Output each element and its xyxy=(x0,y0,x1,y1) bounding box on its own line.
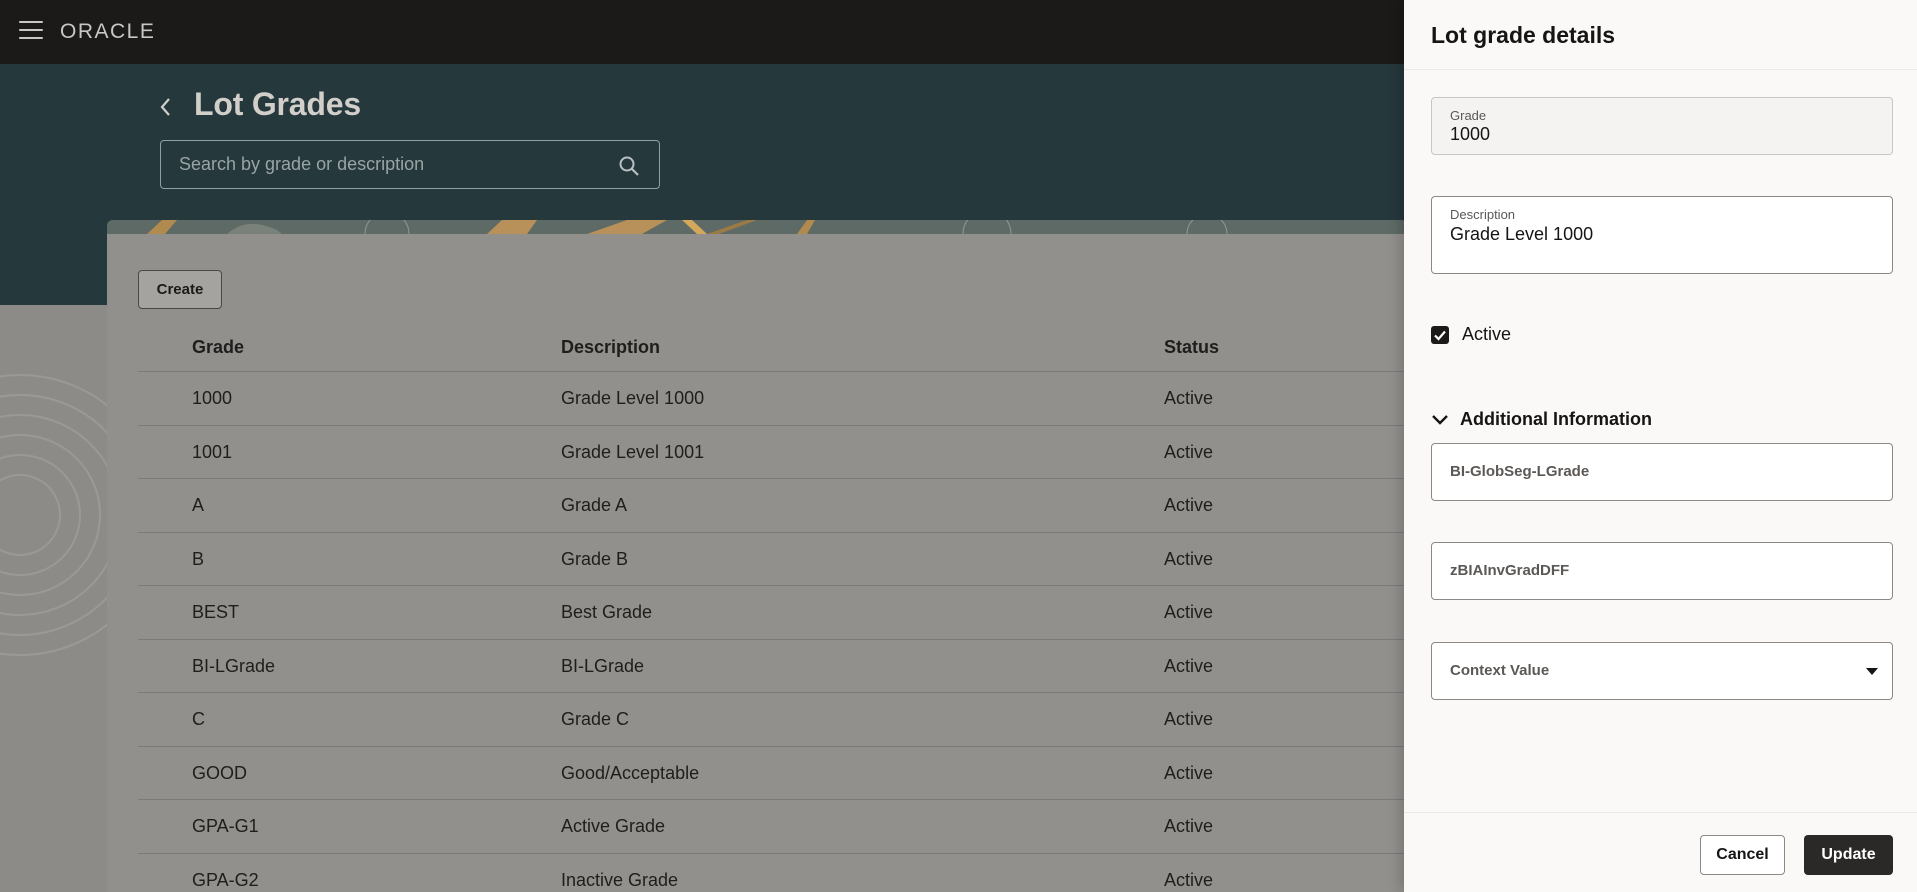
cell-grade: BI-LGrade xyxy=(192,655,276,676)
cell-description: Grade B xyxy=(561,548,629,569)
cell-grade: GPA-G1 xyxy=(192,816,259,836)
cell-grade: A xyxy=(192,495,205,515)
svg-text:ORACLE: ORACLE xyxy=(60,20,155,43)
table-row[interactable]: B Grade B Active xyxy=(138,533,1407,586)
content-card: Create Grade Description Status 1000 Gra… xyxy=(107,220,1407,892)
cancel-button[interactable]: Cancel xyxy=(1700,835,1785,875)
table-row[interactable]: GOOD Good/Acceptable Active xyxy=(138,747,1407,800)
global-segment-field[interactable]: BI-GlobSeg-LGrade xyxy=(1431,443,1893,501)
lot-grades-table: Grade Description Status 1000 Grade Leve… xyxy=(138,322,1407,892)
search-input[interactable] xyxy=(161,141,601,188)
cell-description: Best Grade xyxy=(561,602,653,622)
description-field[interactable]: Description Grade Level 1000 xyxy=(1431,196,1893,274)
cell-grade: C xyxy=(192,709,205,729)
search-field[interactable] xyxy=(160,140,660,189)
hamburger-menu-icon[interactable] xyxy=(19,21,43,41)
oracle-logo[interactable]: ORACLE xyxy=(60,19,176,43)
cell-description: Good/Acceptable xyxy=(561,762,700,783)
cell-status: Active xyxy=(1164,441,1214,462)
cell-grade: GPA-G2 xyxy=(192,869,259,890)
table-row[interactable]: GPA-G2 Inactive Grade Active xyxy=(138,854,1407,892)
cell-status: Active xyxy=(1164,548,1214,569)
table-header: Grade Description Status xyxy=(138,322,1407,372)
drawer-header: Lot grade details xyxy=(1404,0,1917,70)
cell-status: Active xyxy=(1164,816,1214,836)
create-button[interactable]: Create xyxy=(138,270,222,309)
cell-status: Active xyxy=(1164,388,1214,408)
cell-description: Inactive Grade xyxy=(561,869,679,890)
active-checkbox[interactable] xyxy=(1431,326,1449,344)
additional-information-toggle[interactable]: Additional Information xyxy=(1431,407,1731,433)
cell-description: Grade C xyxy=(561,709,630,729)
table-row[interactable]: A Grade A Active xyxy=(138,479,1407,533)
cell-grade: BEST xyxy=(192,602,240,622)
grade-field[interactable]: Grade 1000 xyxy=(1431,97,1893,155)
grade-field-value: 1000 xyxy=(1450,124,1491,144)
descriptive-flexfield-field[interactable]: zBIAInvGradDFF xyxy=(1431,542,1893,600)
table-row[interactable]: 1001 Grade Level 1001 Active xyxy=(138,426,1407,479)
chevron-down-icon xyxy=(1432,415,1448,425)
cell-grade: GOOD xyxy=(192,762,248,783)
cell-description: Grade Level 1001 xyxy=(561,441,705,462)
update-button[interactable]: Update xyxy=(1804,835,1893,875)
column-header-status[interactable]: Status xyxy=(1164,322,1219,372)
drawer-title: Lot grade details xyxy=(1431,22,1616,48)
active-checkbox-label: Active xyxy=(1462,324,1512,344)
caret-down-icon xyxy=(1866,668,1878,675)
lot-grade-details-drawer: Lot grade details Grade 1000 Description… xyxy=(1404,0,1917,892)
table-row[interactable]: BI-LGrade BI-LGrade Active xyxy=(138,640,1407,693)
cell-description: Grade Level 1000 xyxy=(561,388,705,408)
cell-status: Active xyxy=(1164,709,1214,729)
section-title: Additional Information xyxy=(1460,409,1652,429)
descriptive-flexfield-value: zBIAInvGradDFF xyxy=(1450,562,1570,579)
page-title: Lot Grades xyxy=(194,86,361,122)
cell-description: Grade A xyxy=(561,495,628,515)
chevron-left-icon[interactable] xyxy=(157,96,175,118)
checkmark-icon xyxy=(1434,330,1446,341)
cell-status: Active xyxy=(1164,602,1214,622)
description-field-label: Description xyxy=(1450,207,1516,222)
column-header-description[interactable]: Description xyxy=(561,322,660,372)
cell-status: Active xyxy=(1164,869,1214,890)
table-row[interactable]: 1000 Grade Level 1000 Active xyxy=(138,372,1407,426)
cell-grade: B xyxy=(192,548,205,569)
cell-status: Active xyxy=(1164,655,1214,676)
decorative-banner xyxy=(107,220,1407,234)
cell-grade: 1001 xyxy=(192,441,233,462)
cell-grade: 1000 xyxy=(192,388,233,408)
context-value-select[interactable]: Context Value xyxy=(1431,642,1893,700)
search-icon[interactable] xyxy=(618,155,640,177)
column-header-grade[interactable]: Grade xyxy=(192,322,244,372)
cell-status: Active xyxy=(1164,495,1214,515)
global-segment-field-value: BI-GlobSeg-LGrade xyxy=(1450,463,1590,480)
context-value-placeholder: Context Value xyxy=(1450,662,1550,679)
grade-field-label: Grade xyxy=(1450,108,1487,123)
cell-status: Active xyxy=(1164,762,1214,783)
cell-description: Active Grade xyxy=(561,816,666,836)
table-row[interactable]: C Grade C Active xyxy=(138,693,1407,747)
table-row[interactable]: GPA-G1 Active Grade Active xyxy=(138,800,1407,854)
table-row[interactable]: BEST Best Grade Active xyxy=(138,586,1407,640)
description-field-value: Grade Level 1000 xyxy=(1450,224,1594,244)
cell-description: BI-LGrade xyxy=(561,655,645,676)
